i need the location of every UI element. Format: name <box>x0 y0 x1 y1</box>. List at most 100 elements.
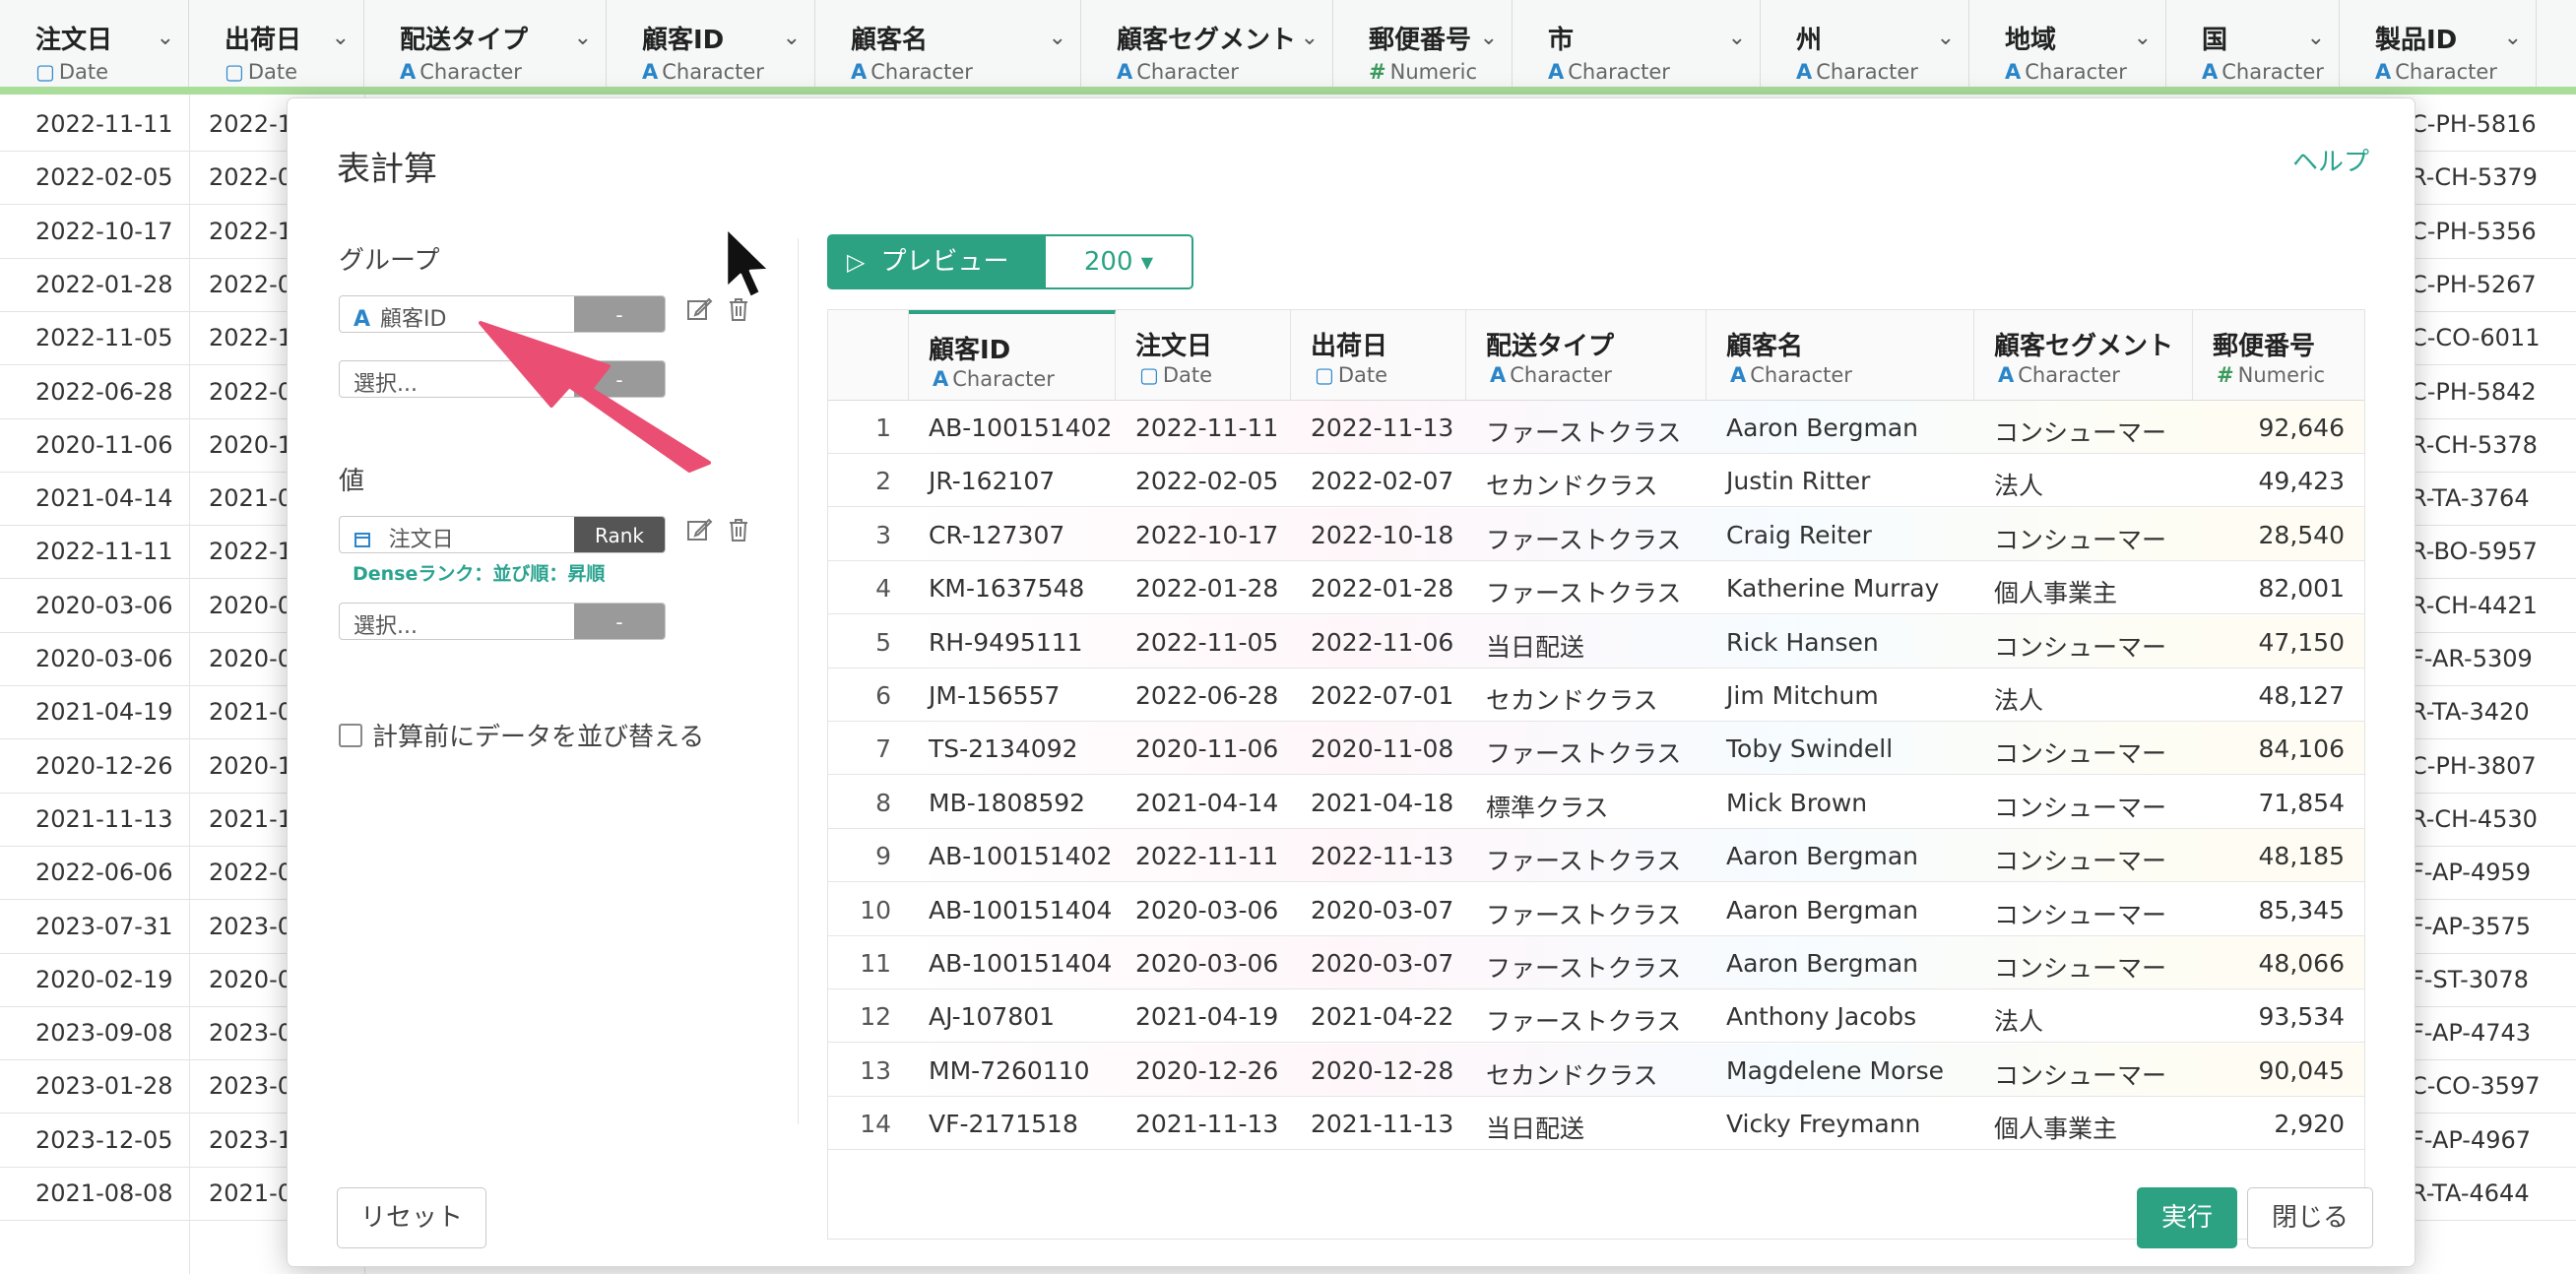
preview-cell: 71,854 <box>2258 788 2345 817</box>
background-column-header-8[interactable]: 州 A Character ⌄ <box>1761 0 1969 87</box>
reset-button[interactable]: リセット <box>337 1187 486 1248</box>
row-number: 7 <box>875 734 891 764</box>
preview-column-header-4[interactable]: 顧客名 A Character <box>1707 310 1974 401</box>
background-column-header-11[interactable]: 製品ID A Character ⌄ <box>2340 0 2537 87</box>
row-number: 14 <box>860 1110 891 1139</box>
preview-cell: 2020-03-06 <box>1135 949 1279 978</box>
chevron-down-icon[interactable]: ⌄ <box>332 26 350 50</box>
preview-cell: 2,920 <box>2274 1110 2345 1139</box>
background-column-header-9[interactable]: 地域 A Character ⌄ <box>1969 0 2166 87</box>
preview-cell: 法人 <box>1994 686 2044 715</box>
preview-column-header-5[interactable]: 顧客セグメント A Character <box>1974 310 2193 401</box>
preview-table-row: 11 AB-100151404 2020-03-06 2020-03-07 ファーストク… <box>828 936 2364 989</box>
chevron-down-icon[interactable]: ⌄ <box>1937 26 1955 50</box>
background-column-header-4[interactable]: 顧客名 A Character ⌄ <box>815 0 1081 87</box>
chevron-down-icon[interactable]: ⌄ <box>1480 26 1498 50</box>
preview-column-header-3[interactable]: 配送タイプ A Character <box>1466 310 1707 401</box>
preview-cell: 2020-11-06 <box>1135 734 1279 764</box>
character-type-icon: A <box>642 60 659 84</box>
calendar-icon: ▢ <box>35 60 55 84</box>
character-type-icon: A <box>400 60 417 84</box>
preview-cell: MB-1808592 <box>929 788 1086 817</box>
trash-icon[interactable] <box>727 295 750 330</box>
preview-cell: コンシューマー <box>1994 847 2167 876</box>
preview-column-name: 出荷日 <box>1311 332 1388 361</box>
preview-cell: コンシューマー <box>1994 525 2167 554</box>
preview-cell: JM-156557 <box>929 681 1061 710</box>
preview-column-header-0[interactable]: 顧客ID A Character <box>909 310 1116 401</box>
group-select-placeholder: 選択... <box>354 372 418 397</box>
preview-cell: 2020-03-07 <box>1311 895 1454 924</box>
preview-column-header-2[interactable]: 出荷日 ▢ Date <box>1291 310 1466 401</box>
numeric-type-icon: # <box>1369 60 1386 84</box>
preview-cell: AB-100151404 <box>929 949 1113 978</box>
value-field-rank-button[interactable]: Rank <box>574 517 665 552</box>
preview-column-type-label: Numeric <box>2237 363 2326 387</box>
background-column-header-5[interactable]: 顧客セグメント A Character ⌄ <box>1081 0 1333 87</box>
background-cell-product-id: R-CH-5378 <box>2411 430 2538 459</box>
chevron-down-icon[interactable]: ⌄ <box>574 26 592 50</box>
background-column-header-3[interactable]: 顧客ID A Character ⌄ <box>607 0 815 87</box>
preview-cell: 当日配送 <box>1486 632 1585 662</box>
help-link[interactable]: ヘルプ <box>2292 142 2369 178</box>
preview-cell: Craig Reiter <box>1726 520 1872 549</box>
background-cell-order-date: 2023-07-31 <box>35 912 173 940</box>
chevron-down-icon[interactable]: ⌄ <box>1301 26 1319 50</box>
preview-cell: AB-100151404 <box>929 895 1113 924</box>
background-column-header-2[interactable]: 配送タイプ A Character ⌄ <box>364 0 607 87</box>
preview-cell: Jim Mitchum <box>1726 681 1879 710</box>
row-count-dropdown[interactable]: 200 ▼ <box>1046 234 1193 289</box>
preview-cell: ファーストクラス <box>1486 847 1682 876</box>
chevron-down-icon[interactable]: ⌄ <box>157 26 174 50</box>
chevron-down-icon[interactable]: ⌄ <box>1049 26 1066 50</box>
close-button[interactable]: 閉じる <box>2247 1187 2373 1248</box>
sort-before-calc-option[interactable]: 計算前にデータを並び替える <box>339 717 704 753</box>
background-column-header-6[interactable]: 郵便番号 # Numeric ⌄ <box>1333 0 1513 87</box>
character-type-icon: A <box>1490 363 1507 387</box>
background-cell-product-id: R-TA-3764 <box>2411 484 2530 513</box>
character-type-icon: A <box>2375 60 2392 84</box>
preview-column-type: A Character <box>1490 363 1612 387</box>
chevron-down-icon[interactable]: ⌄ <box>2307 26 2325 50</box>
group-select-menu-button[interactable]: - <box>574 361 665 397</box>
background-cell-product-id: R-TA-3420 <box>2411 698 2530 727</box>
preview-column-header-1[interactable]: 注文日 ▢ Date <box>1116 310 1291 401</box>
chevron-down-icon[interactable]: ⌄ <box>1728 26 1746 50</box>
background-column-header-7[interactable]: 市 A Character ⌄ <box>1513 0 1761 87</box>
dialog-title: 表計算 <box>337 150 437 189</box>
preview-button[interactable]: ▷ プレビュー <box>827 234 1046 289</box>
trash-icon[interactable] <box>727 516 750 550</box>
preview-cell: AJ-107801 <box>929 1002 1056 1032</box>
value-select[interactable]: 選択... - <box>339 603 666 640</box>
preview-column-type-label: Character <box>1750 363 1852 387</box>
background-column-header-0[interactable]: 注文日 ▢ Date ⌄ <box>0 0 189 87</box>
preview-cell: 2021-04-14 <box>1135 788 1279 817</box>
background-column-type-label: Character <box>1136 60 1239 84</box>
chevron-down-icon[interactable]: ⌄ <box>783 26 801 50</box>
preview-cell: 2022-02-07 <box>1311 467 1454 496</box>
chevron-down-icon[interactable]: ⌄ <box>2134 26 2152 50</box>
background-cell-ship-date: 2021-1 <box>209 804 293 833</box>
background-column-header-1[interactable]: 出荷日 ▢ Date ⌄ <box>189 0 364 87</box>
background-column-header-10[interactable]: 国 A Character ⌄ <box>2166 0 2340 87</box>
preview-table-row: 2 JR-162107 2022-02-05 2022-02-07 セカンドクラス Jus… <box>828 454 2364 508</box>
preview-column-header-6[interactable]: 郵便番号 # Numeric <box>2193 310 2364 401</box>
edit-icon[interactable] <box>685 516 713 550</box>
background-cell-ship-date: 2022-0 <box>209 270 293 298</box>
row-number: 3 <box>875 520 891 549</box>
background-cell-order-date: 2021-08-08 <box>35 1179 173 1207</box>
group-select[interactable]: 選択... - <box>339 360 666 398</box>
edit-icon[interactable] <box>685 295 713 330</box>
value-field[interactable]: 注文日 Rank <box>339 516 666 553</box>
background-cell-ship-date: 2020-1 <box>209 751 293 780</box>
run-button[interactable]: 実行 <box>2137 1187 2237 1248</box>
group-field[interactable]: A 顧客ID - <box>339 295 666 333</box>
group-field-menu-button[interactable]: - <box>574 296 665 332</box>
value-select-menu-button[interactable]: - <box>574 604 665 639</box>
background-cell-product-id: C-PH-3807 <box>2411 751 2537 780</box>
sort-checkbox[interactable] <box>339 724 362 747</box>
calendar-icon: ▢ <box>225 60 244 84</box>
background-cell-ship-date: 2021-0 <box>209 1179 293 1207</box>
preview-cell: セカンドクラス <box>1486 1060 1658 1090</box>
chevron-down-icon[interactable]: ⌄ <box>2504 26 2522 50</box>
